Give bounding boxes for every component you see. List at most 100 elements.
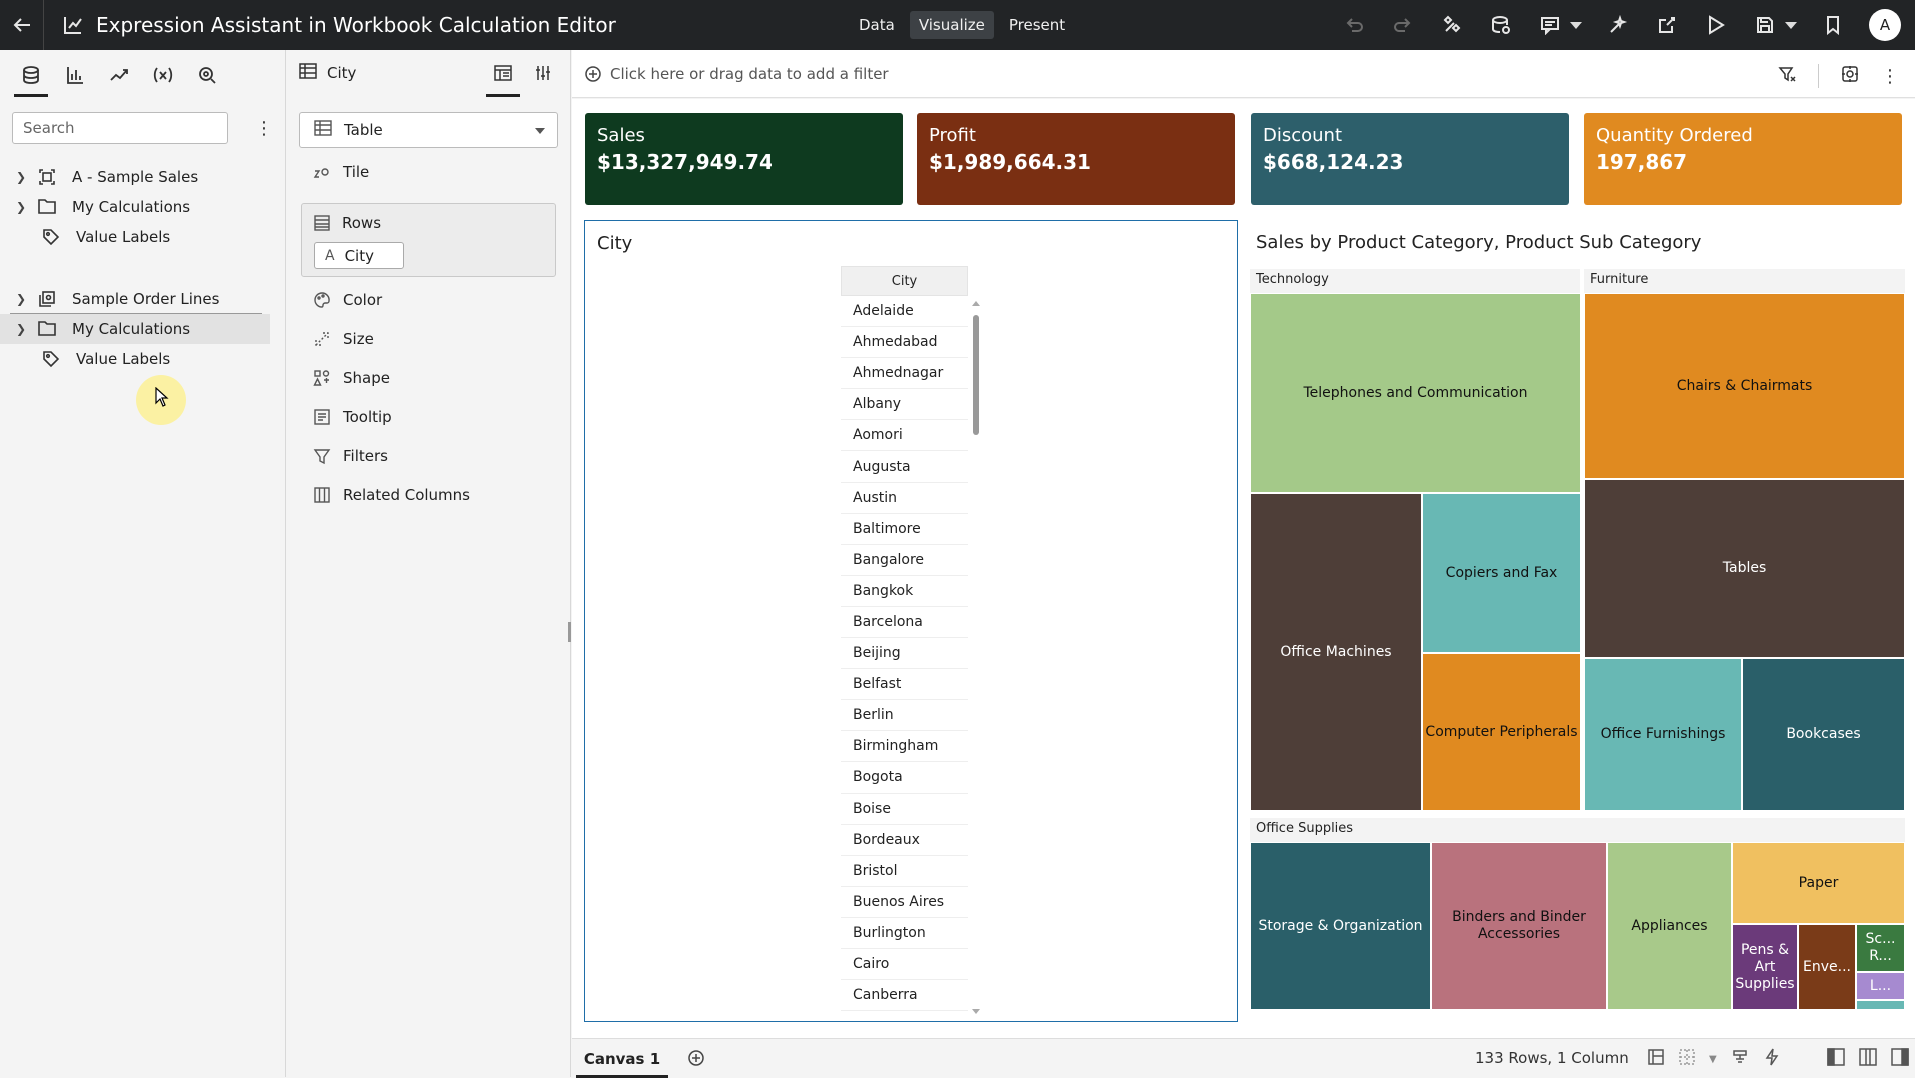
table-scrollbar[interactable]: [971, 301, 980, 1014]
auto-apply-lightning-icon[interactable]: [1763, 1048, 1781, 1070]
kpi-tile-quantity-ordered[interactable]: Quantity Ordered 197,867: [1584, 113, 1902, 205]
table-row[interactable]: Austin: [841, 483, 968, 514]
treemap-cell[interactable]: Chairs & Chairmats: [1584, 293, 1905, 479]
treemap-cell[interactable]: Sc... R...: [1856, 924, 1905, 972]
table-row[interactable]: Ahmednagar: [841, 358, 968, 390]
grammar-filters[interactable]: Filters: [313, 447, 388, 465]
treemap-cell[interactable]: Telephones and Communication: [1250, 293, 1581, 493]
comment-menu-caret[interactable]: [1570, 21, 1582, 29]
bookmark-icon[interactable]: [1820, 12, 1846, 38]
mode-visualize[interactable]: Visualize: [909, 11, 994, 39]
table-row[interactable]: Belfast: [841, 669, 968, 701]
canvas-tab[interactable]: Canvas 1: [574, 1039, 670, 1078]
grammar-color[interactable]: Color: [313, 291, 382, 309]
table-row[interactable]: Bristol: [841, 856, 968, 887]
tree-item-value-labels[interactable]: Value Labels: [0, 222, 270, 252]
save-menu-caret[interactable]: [1785, 21, 1797, 29]
filter-bar[interactable]: Click here or drag data to add a filter …: [572, 50, 1915, 98]
chevron-right-icon[interactable]: ❯: [16, 170, 30, 184]
auto-insights-icon[interactable]: [1605, 12, 1631, 38]
tools-icon[interactable]: [1439, 12, 1465, 38]
treemap-viz[interactable]: Sales by Product Category, Product Sub C…: [1250, 220, 1905, 1022]
table-row[interactable]: Barcelona: [841, 607, 968, 639]
grammar-shape[interactable]: Shape: [313, 369, 390, 387]
back-button[interactable]: [0, 0, 44, 50]
grammar-tooltip[interactable]: Tooltip: [313, 408, 392, 426]
mode-data[interactable]: Data: [850, 11, 904, 39]
data-refresh-icon[interactable]: [1488, 12, 1514, 38]
kpi-tile-sales[interactable]: Sales $13,327,949.74: [585, 113, 903, 205]
table-row[interactable]: Bordeaux: [841, 825, 968, 856]
filter-placeholder[interactable]: Click here or drag data to add a filter: [610, 65, 889, 83]
treemap-cell[interactable]: Pens & Art Supplies: [1732, 924, 1798, 1010]
treemap-cell[interactable]: Paper: [1732, 842, 1905, 924]
grammar-related-columns[interactable]: Related Columns: [313, 486, 470, 504]
add-filter-icon[interactable]: [584, 65, 602, 83]
treemap-cell[interactable]: Enve...: [1798, 924, 1856, 1010]
table-row[interactable]: Beijing: [841, 638, 968, 670]
treemap-cell[interactable]: Binders and Binder Accessories: [1431, 842, 1607, 1010]
mode-present[interactable]: Present: [1000, 11, 1074, 39]
treemap-cell[interactable]: Bookcases: [1742, 658, 1905, 811]
viz-type-select[interactable]: Table: [299, 112, 558, 148]
search-insights-tab[interactable]: [196, 65, 218, 91]
table-row[interactable]: Bogota: [841, 762, 968, 794]
middle-panel-toggle-icon[interactable]: [1858, 1048, 1877, 1070]
tree-item-sample-order-lines[interactable]: ❯ Sample Order Lines: [0, 284, 270, 314]
data-tab[interactable]: [14, 65, 48, 97]
kpi-tile-discount[interactable]: Discount $668,124.23: [1251, 113, 1569, 205]
canvas-settings-icon[interactable]: [1841, 65, 1859, 87]
city-table-viz[interactable]: City City Adelaide Ahmedabad Ahmednagar Alb…: [584, 220, 1238, 1022]
treemap-cell-small[interactable]: [1856, 1000, 1905, 1010]
calculations-tab[interactable]: [152, 65, 174, 91]
treemap-cell[interactable]: Office Machines: [1250, 493, 1422, 811]
save-icon[interactable]: [1752, 12, 1778, 38]
tree-item-my-calculations-selected[interactable]: ❯ My Calculations: [0, 314, 270, 344]
table-row[interactable]: Birmingham: [841, 731, 968, 763]
column-header-city[interactable]: City: [841, 266, 968, 296]
table-row[interactable]: Adelaide: [841, 296, 968, 328]
grammar-rows-dropzone[interactable]: Rows A City: [301, 203, 556, 277]
left-panel-toggle-icon[interactable]: [1826, 1048, 1845, 1070]
treemap-cell[interactable]: Copiers and Fax: [1422, 493, 1581, 653]
table-row[interactable]: Augusta: [841, 451, 968, 483]
table-row[interactable]: Albany: [841, 389, 968, 421]
treemap-cell[interactable]: Tables: [1584, 479, 1905, 658]
grid-layout-icon[interactable]: [1679, 1049, 1695, 1069]
chevron-down-icon[interactable]: ▼: [1709, 1054, 1717, 1065]
user-avatar[interactable]: A: [1869, 9, 1901, 41]
table-row[interactable]: Aomori: [841, 420, 968, 452]
treemap-cell[interactable]: L...: [1856, 972, 1905, 1000]
table-row[interactable]: Boise: [841, 794, 968, 825]
add-canvas-icon[interactable]: [687, 1049, 705, 1071]
chevron-right-icon[interactable]: ❯: [16, 322, 30, 336]
analytics-tab[interactable]: [108, 65, 130, 91]
more-options-icon[interactable]: ⋮: [255, 118, 273, 139]
chevron-right-icon[interactable]: ❯: [16, 292, 30, 306]
table-row[interactable]: Canberra: [841, 980, 968, 1012]
table-row[interactable]: Burlington: [841, 918, 968, 949]
column-pill-city[interactable]: A City: [314, 242, 404, 269]
grammar-tile[interactable]: Tile: [313, 163, 369, 181]
grammar-view-icon[interactable]: [486, 64, 520, 97]
grammar-size[interactable]: Size: [313, 330, 374, 348]
scroll-down-arrow-icon[interactable]: [972, 1009, 980, 1014]
tree-item-sample-sales[interactable]: ❯ A - Sample Sales: [0, 162, 270, 192]
filter-toggle-icon[interactable]: [1778, 65, 1796, 87]
table-row[interactable]: Cairo: [841, 949, 968, 981]
scroll-up-arrow-icon[interactable]: [972, 301, 980, 306]
redo-icon[interactable]: [1390, 12, 1416, 38]
tree-item-my-calculations[interactable]: ❯ My Calculations: [0, 192, 270, 222]
table-row[interactable]: Berlin: [841, 700, 968, 732]
table-row[interactable]: Baltimore: [841, 514, 968, 545]
comment-icon[interactable]: [1537, 12, 1563, 38]
table-row[interactable]: Buenos Aires: [841, 887, 968, 918]
export-icon[interactable]: [1654, 12, 1680, 38]
right-panel-toggle-icon[interactable]: [1890, 1048, 1909, 1070]
table-row[interactable]: Ahmedabad: [841, 327, 968, 359]
canvas-more-icon[interactable]: ⋮: [1881, 66, 1899, 87]
data-lineage-icon[interactable]: [1731, 1048, 1749, 1070]
chevron-right-icon[interactable]: ❯: [16, 200, 30, 214]
treemap-cell[interactable]: Storage & Organization: [1250, 842, 1431, 1010]
canvas-properties-icon[interactable]: [1647, 1048, 1665, 1070]
